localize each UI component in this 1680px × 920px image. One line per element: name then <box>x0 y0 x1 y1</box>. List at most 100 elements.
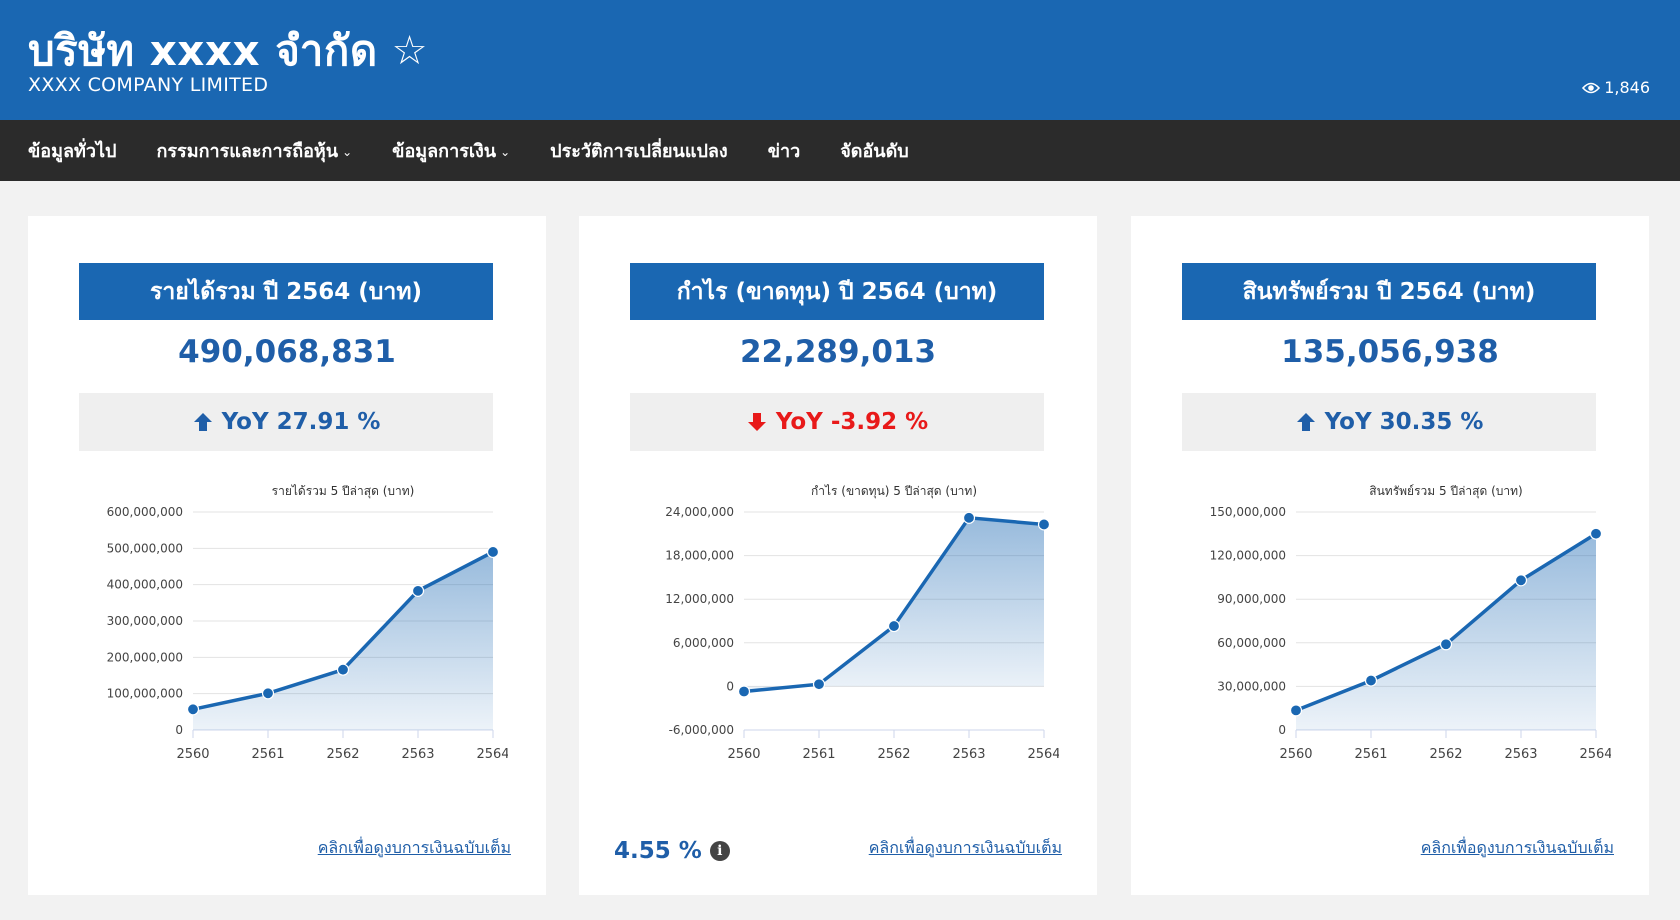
yoy-value: YoY 30.35 % <box>1324 409 1484 435</box>
nav-label: ข้อมูลทั่วไป <box>28 141 117 162</box>
x-tick-label: 2561 <box>1354 747 1387 762</box>
card-value: 490,068,831 <box>178 334 396 370</box>
full-financials-link[interactable]: คลิกเพื่อดูงบการเงินฉบับเต็ม <box>1421 836 1614 861</box>
x-tick-label: 2564 <box>476 747 508 762</box>
yoy-badge: YoY 30.35 % <box>1182 393 1596 451</box>
data-point[interactable] <box>962 511 976 524</box>
y-tick-label: 30,000,000 <box>1217 679 1286 693</box>
star-icon[interactable]: ☆ <box>392 28 428 74</box>
data-point[interactable] <box>1364 674 1378 687</box>
x-tick-label: 2564 <box>1579 747 1611 762</box>
chart-title: กำไร (ขาดทุน) 5 ปีล่าสุด (บาท) <box>811 484 977 499</box>
x-tick-label: 2563 <box>952 747 985 762</box>
y-tick-label: 18,000,000 <box>665 549 734 563</box>
data-point[interactable] <box>887 619 901 633</box>
yoy-badge: YoY 27.91 % <box>79 393 493 451</box>
nav-directors-shareholders[interactable]: กรรมการและการถือหุ้น ⌄ <box>156 136 352 165</box>
yoy-value: YoY -3.92 % <box>775 409 929 435</box>
data-point[interactable] <box>411 584 425 597</box>
nav-financial-info[interactable]: ข้อมูลการเงิน ⌄ <box>392 136 510 165</box>
nav-label: ข่าว <box>767 141 801 162</box>
x-tick-label: 2562 <box>1429 747 1462 762</box>
y-tick-label: 0 <box>1278 723 1286 737</box>
y-tick-label: 120,000,000 <box>1210 549 1286 563</box>
y-tick-label: 0 <box>175 723 183 737</box>
y-tick-label: -6,000,000 <box>669 723 734 737</box>
x-tick-label: 2562 <box>326 747 359 762</box>
nav-label: ประวัติการเปลี่ยนแปลง <box>550 141 728 162</box>
chart-title: สินทรัพย์รวม 5 ปีล่าสุด (บาท) <box>1369 484 1522 499</box>
x-tick-label: 2560 <box>1279 747 1312 762</box>
series-area <box>193 551 493 730</box>
y-tick-label: 300,000,000 <box>107 614 183 628</box>
data-point[interactable] <box>737 685 751 698</box>
y-tick-label: 12,000,000 <box>665 592 734 606</box>
data-point[interactable] <box>1589 527 1603 540</box>
eye-icon <box>1582 82 1601 94</box>
data-point[interactable] <box>486 545 500 559</box>
view-count: 1,846 <box>1582 78 1650 97</box>
profit-chart: กำไร (ขาดทุน) 5 ปีล่าสุด (บาท) -6,000,000… <box>665 484 1059 762</box>
card-value: 135,056,938 <box>1281 334 1499 370</box>
card-heading: รายได้รวม ปี 2564 (บาท) <box>79 263 493 320</box>
chevron-down-icon: ⌄ <box>342 144 353 159</box>
card-heading: กำไร (ขาดทุน) ปี 2564 (บาท) <box>630 263 1044 320</box>
data-point[interactable] <box>1514 574 1528 587</box>
nav-label: ข้อมูลการเงิน <box>392 141 497 162</box>
profit-margin: 4.55 % i <box>614 838 730 864</box>
data-point[interactable] <box>1037 518 1051 531</box>
data-point[interactable] <box>261 687 275 700</box>
x-tick-label: 2563 <box>401 747 434 762</box>
arrow-down-icon <box>746 411 768 433</box>
nav-label: จัดอันดับ <box>840 141 909 162</box>
y-tick-label: 600,000,000 <box>107 505 183 519</box>
profit-margin-value: 4.55 % <box>614 838 702 864</box>
x-tick-label: 2564 <box>1027 747 1059 762</box>
yoy-badge: YoY -3.92 % <box>630 393 1044 451</box>
arrow-up-icon <box>192 411 214 433</box>
series-area <box>744 517 1044 692</box>
nav-label: กรรมการและการถือหุ้น <box>156 141 339 162</box>
nav-news[interactable]: ข่าว <box>768 136 801 165</box>
profit-card: กำไร (ขาดทุน) ปี 2564 (บาท) 22,289,013 Y… <box>579 216 1097 895</box>
revenue-card: รายได้รวม ปี 2564 (บาท) 490,068,831 YoY … <box>28 216 546 895</box>
y-tick-label: 6,000,000 <box>673 636 734 650</box>
y-tick-label: 0 <box>726 679 734 693</box>
x-tick-label: 2561 <box>802 747 835 762</box>
full-financials-link[interactable]: คลิกเพื่อดูงบการเงินฉบับเต็ม <box>869 836 1062 861</box>
info-icon[interactable]: i <box>709 841 730 861</box>
card-heading: สินทรัพย์รวม ปี 2564 (บาท) <box>1182 263 1596 320</box>
main-nav: ข้อมูลทั่วไป กรรมการและการถือหุ้น ⌄ ข้อมู… <box>0 120 1680 181</box>
y-tick-label: 24,000,000 <box>665 505 734 519</box>
nav-general-info[interactable]: ข้อมูลทั่วไป <box>28 136 116 165</box>
y-tick-label: 150,000,000 <box>1210 505 1286 519</box>
nav-change-history[interactable]: ประวัติการเปลี่ยนแปลง <box>550 136 728 165</box>
revenue-chart: รายได้รวม 5 ปีล่าสุด (บาท) 0 100,000,000 20… <box>107 484 508 762</box>
y-tick-label: 400,000,000 <box>107 578 183 592</box>
company-english-name: XXXX COMPANY LIMITED <box>28 74 269 96</box>
data-point[interactable] <box>186 703 200 716</box>
x-tick-label: 2560 <box>727 747 760 762</box>
nav-ranking[interactable]: จัดอันดับ <box>840 136 908 165</box>
x-tick-label: 2563 <box>1504 747 1537 762</box>
view-count-value: 1,846 <box>1604 78 1650 97</box>
yoy-value: YoY 27.91 % <box>221 409 381 435</box>
assets-card: สินทรัพย์รวม ปี 2564 (บาท) 135,056,938 Y… <box>1131 216 1649 895</box>
data-point[interactable] <box>1439 638 1453 651</box>
data-point[interactable] <box>812 678 826 691</box>
chart-title: รายได้รวม 5 ปีล่าสุด (บาท) <box>272 484 415 499</box>
y-tick-label: 200,000,000 <box>107 650 183 664</box>
chevron-down-icon: ⌄ <box>500 144 511 159</box>
full-financials-link[interactable]: คลิกเพื่อดูงบการเงินฉบับเต็ม <box>318 836 511 861</box>
x-tick-label: 2560 <box>176 747 209 762</box>
arrow-up-icon <box>1295 411 1317 433</box>
card-value: 22,289,013 <box>739 334 937 370</box>
data-point[interactable] <box>336 663 350 676</box>
data-point[interactable] <box>1289 704 1303 717</box>
assets-chart: สินทรัพย์รวม 5 ปีล่าสุด (บาท) 0 30,000,000… <box>1210 484 1611 762</box>
y-tick-label: 500,000,000 <box>107 541 183 555</box>
y-tick-label: 100,000,000 <box>107 687 183 701</box>
y-tick-label: 60,000,000 <box>1217 636 1286 650</box>
x-tick-label: 2562 <box>877 747 910 762</box>
y-tick-label: 90,000,000 <box>1217 592 1286 606</box>
